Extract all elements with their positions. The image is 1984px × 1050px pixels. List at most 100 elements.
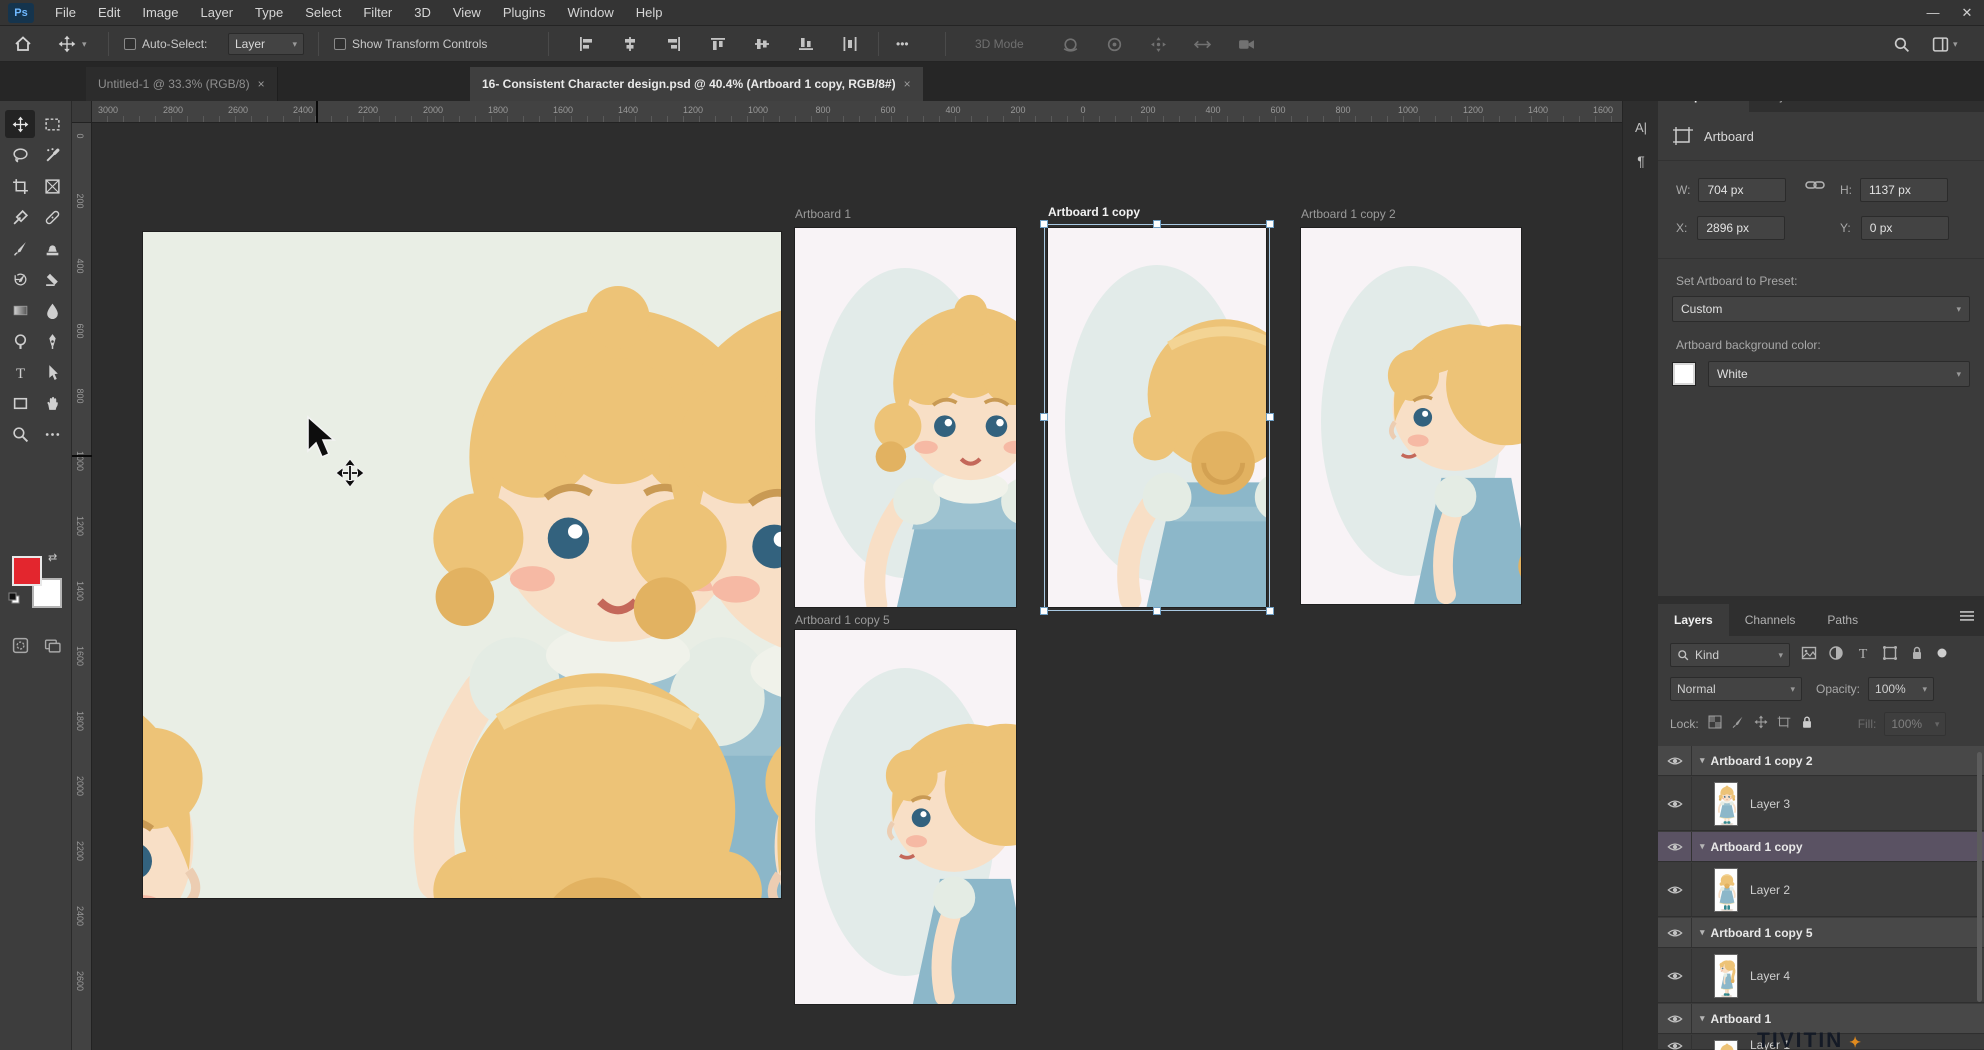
- visibility-toggle[interactable]: [1658, 1004, 1692, 1033]
- gradient-tool[interactable]: [5, 296, 35, 324]
- 3d-slide-button[interactable]: [1194, 26, 1211, 62]
- distribute-centers-button[interactable]: [842, 26, 858, 62]
- align-top-edges-button[interactable]: [710, 26, 726, 62]
- chevron-down-icon[interactable]: ▾: [1700, 755, 1705, 766]
- align-left-edges-button[interactable]: [578, 26, 594, 62]
- lock-all-button[interactable]: [1800, 715, 1814, 734]
- align-bottom-edges-button[interactable]: [798, 26, 814, 62]
- 3d-orbit-button[interactable]: [1062, 26, 1079, 62]
- home-button[interactable]: [14, 26, 32, 62]
- transform-selection-box[interactable]: [1044, 224, 1270, 611]
- clone-stamp-tool[interactable]: [37, 234, 67, 262]
- filter-adjustment-layers-button[interactable]: [1828, 645, 1844, 666]
- document-tab-untitled[interactable]: Untitled-1 @ 33.3% (RGB/8) ×: [86, 67, 278, 101]
- eraser-tool[interactable]: [37, 265, 67, 293]
- lasso-tool[interactable]: [5, 141, 35, 169]
- chevron-down-icon[interactable]: ▾: [1700, 841, 1705, 852]
- filter-type-layers-button[interactable]: T: [1855, 645, 1871, 666]
- layer-row-artboard-1-copy[interactable]: ▾ Artboard 1 copy: [1658, 832, 1984, 862]
- 3d-camera-button[interactable]: [1238, 26, 1255, 62]
- tab-channels[interactable]: Channels: [1729, 604, 1812, 636]
- layers-scrollbar[interactable]: [1977, 752, 1982, 1002]
- edit-toolbar-button[interactable]: [37, 420, 67, 448]
- visibility-toggle[interactable]: [1658, 777, 1692, 830]
- visibility-toggle[interactable]: [1658, 1035, 1692, 1050]
- tab-paths[interactable]: Paths: [1811, 604, 1874, 636]
- chevron-down-icon[interactable]: ▾: [1700, 1013, 1705, 1024]
- artboard-label-1-copy-5[interactable]: Artboard 1 copy 5: [795, 613, 890, 627]
- bg-color-dropdown[interactable]: White ▾: [1708, 361, 1970, 387]
- link-dimensions-button[interactable]: [1805, 178, 1825, 192]
- tab-close-icon[interactable]: ×: [258, 77, 265, 91]
- artboard-label-1[interactable]: Artboard 1: [795, 207, 851, 221]
- eyedropper-tool[interactable]: [5, 203, 35, 231]
- filter-toggle-button[interactable]: [1936, 646, 1948, 664]
- menu-plugins[interactable]: Plugins: [492, 0, 557, 26]
- show-transform-toggle[interactable]: Show Transform Controls: [334, 26, 487, 62]
- filter-smart-objects-button[interactable]: [1909, 645, 1925, 666]
- 3d-drag-button[interactable]: [1150, 26, 1167, 62]
- paragraph-panel-button[interactable]: ¶: [1630, 150, 1652, 172]
- blend-mode-dropdown[interactable]: Normal ▾: [1670, 677, 1802, 701]
- move-tool[interactable]: [5, 110, 35, 138]
- kind-filter-dropdown[interactable]: Kind ▾: [1670, 643, 1790, 667]
- brush-tool[interactable]: [5, 234, 35, 262]
- filter-shape-layers-button[interactable]: [1882, 645, 1898, 666]
- menu-select[interactable]: Select: [294, 0, 352, 26]
- tab-close-icon[interactable]: ×: [904, 77, 911, 91]
- artboard-1-copy-2[interactable]: [1301, 228, 1521, 604]
- layer-thumbnail[interactable]: [1714, 1040, 1738, 1050]
- ruler-origin-corner[interactable]: [72, 101, 92, 123]
- marquee-tool[interactable]: [37, 110, 67, 138]
- more-align-options-button[interactable]: •••: [896, 26, 909, 62]
- selection-handle[interactable]: [1266, 413, 1274, 421]
- path-selection-tool[interactable]: [37, 358, 67, 386]
- layer-thumbnail[interactable]: [1714, 868, 1738, 912]
- visibility-toggle[interactable]: [1658, 832, 1692, 861]
- hand-tool[interactable]: [37, 389, 67, 417]
- menu-filter[interactable]: Filter: [352, 0, 403, 26]
- menu-window[interactable]: Window: [556, 0, 624, 26]
- dodge-tool[interactable]: [5, 327, 35, 355]
- close-button[interactable]: ✕: [1950, 5, 1984, 21]
- crop-tool[interactable]: [5, 172, 35, 200]
- selection-handle[interactable]: [1266, 607, 1274, 615]
- selection-handle[interactable]: [1040, 220, 1048, 228]
- quick-mask-button[interactable]: [5, 631, 35, 659]
- workspace-switcher[interactable]: ▾: [1932, 26, 1958, 62]
- align-right-edges-button[interactable]: [666, 26, 682, 62]
- x-input[interactable]: 2896 px: [1697, 216, 1785, 240]
- menu-image[interactable]: Image: [131, 0, 189, 26]
- search-button[interactable]: [1893, 26, 1910, 62]
- layer-row-artboard-1-copy-5[interactable]: ▾ Artboard 1 copy 5: [1658, 918, 1984, 948]
- menu-layer[interactable]: Layer: [190, 0, 245, 26]
- document-tab-character-design[interactable]: 16- Consistent Character design.psd @ 40…: [470, 67, 923, 101]
- visibility-toggle[interactable]: [1658, 949, 1692, 1002]
- height-input[interactable]: 1137 px: [1860, 178, 1948, 202]
- artboard-bg-swatch[interactable]: [1672, 362, 1696, 386]
- minimize-button[interactable]: —: [1916, 5, 1950, 20]
- artboard-1-copy-5[interactable]: [795, 630, 1016, 1004]
- panel-menu-icon[interactable]: [1960, 609, 1974, 627]
- lock-position-button[interactable]: [1754, 715, 1768, 734]
- screen-mode-button[interactable]: [37, 631, 67, 659]
- blur-tool[interactable]: [37, 296, 67, 324]
- chevron-down-icon[interactable]: ▾: [1700, 927, 1705, 938]
- align-vertical-centers-button[interactable]: [754, 26, 770, 62]
- visibility-toggle[interactable]: [1658, 918, 1692, 947]
- foreground-color-swatch[interactable]: [12, 556, 42, 586]
- pen-tool[interactable]: [37, 327, 67, 355]
- selection-handle[interactable]: [1153, 220, 1161, 228]
- menu-help[interactable]: Help: [625, 0, 674, 26]
- healing-brush-tool[interactable]: [37, 203, 67, 231]
- visibility-toggle[interactable]: [1658, 863, 1692, 916]
- glyphs-panel-button[interactable]: A|: [1630, 116, 1652, 138]
- history-brush-tool[interactable]: [5, 265, 35, 293]
- width-input[interactable]: 704 px: [1698, 178, 1786, 202]
- selection-handle[interactable]: [1040, 413, 1048, 421]
- type-tool[interactable]: T: [5, 358, 35, 386]
- layer-thumbnail[interactable]: [1714, 782, 1738, 826]
- default-colors-icon[interactable]: [8, 591, 20, 609]
- y-input[interactable]: 0 px: [1861, 216, 1949, 240]
- rectangle-tool[interactable]: [5, 389, 35, 417]
